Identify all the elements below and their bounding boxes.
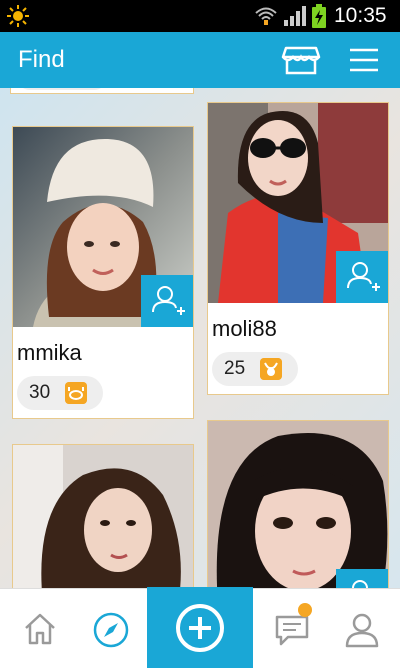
wifi-icon [255, 7, 277, 25]
clock: 10:35 [334, 4, 387, 27]
goat-icon [260, 358, 282, 380]
home-icon [25, 613, 55, 645]
user-photo[interactable] [208, 421, 388, 588]
plus-circle-icon [176, 604, 224, 652]
nav-profile[interactable] [328, 589, 400, 668]
weather-sun-icon [7, 5, 29, 27]
user-card[interactable] [12, 444, 194, 588]
age-pill: 30 [17, 376, 103, 410]
battery-charging-icon [312, 4, 326, 28]
add-friend-icon [347, 262, 380, 291]
nav-discover[interactable] [80, 589, 146, 668]
user-feed[interactable]: mmika 30 moli88 25 [0, 88, 400, 588]
user-card[interactable]: moli88 25 [207, 102, 389, 395]
user-name[interactable]: mmika [17, 340, 82, 366]
crab-icon [65, 382, 87, 404]
compass-icon [93, 612, 129, 648]
user-card-partial[interactable] [10, 88, 194, 94]
signal-icon [284, 6, 306, 26]
chat-icon [275, 615, 309, 646]
user-card[interactable] [207, 420, 389, 588]
nav-messages[interactable] [258, 589, 328, 668]
follow-button[interactable] [336, 569, 388, 588]
user-age: 25 [224, 358, 246, 379]
create-post-button[interactable] [147, 587, 253, 668]
user-photo[interactable] [13, 445, 193, 588]
user-age: 30 [29, 382, 51, 403]
app-bar: Find [0, 32, 400, 88]
bottom-navigation [0, 587, 400, 668]
follow-button[interactable] [336, 251, 388, 303]
user-name[interactable]: moli88 [212, 316, 277, 342]
add-friend-icon [152, 286, 185, 315]
menu-icon[interactable] [344, 42, 384, 78]
profile-icon [345, 613, 379, 648]
age-pill [17, 88, 107, 90]
follow-button[interactable] [141, 275, 193, 327]
user-card[interactable]: mmika 30 [12, 126, 194, 419]
add-friend-icon [352, 580, 368, 588]
nav-home[interactable] [0, 589, 80, 668]
age-pill: 25 [212, 352, 298, 386]
page-title: Find [18, 46, 65, 73]
store-icon[interactable] [280, 42, 322, 78]
notification-badge [298, 603, 312, 617]
status-bar: 10:35 [0, 0, 400, 32]
